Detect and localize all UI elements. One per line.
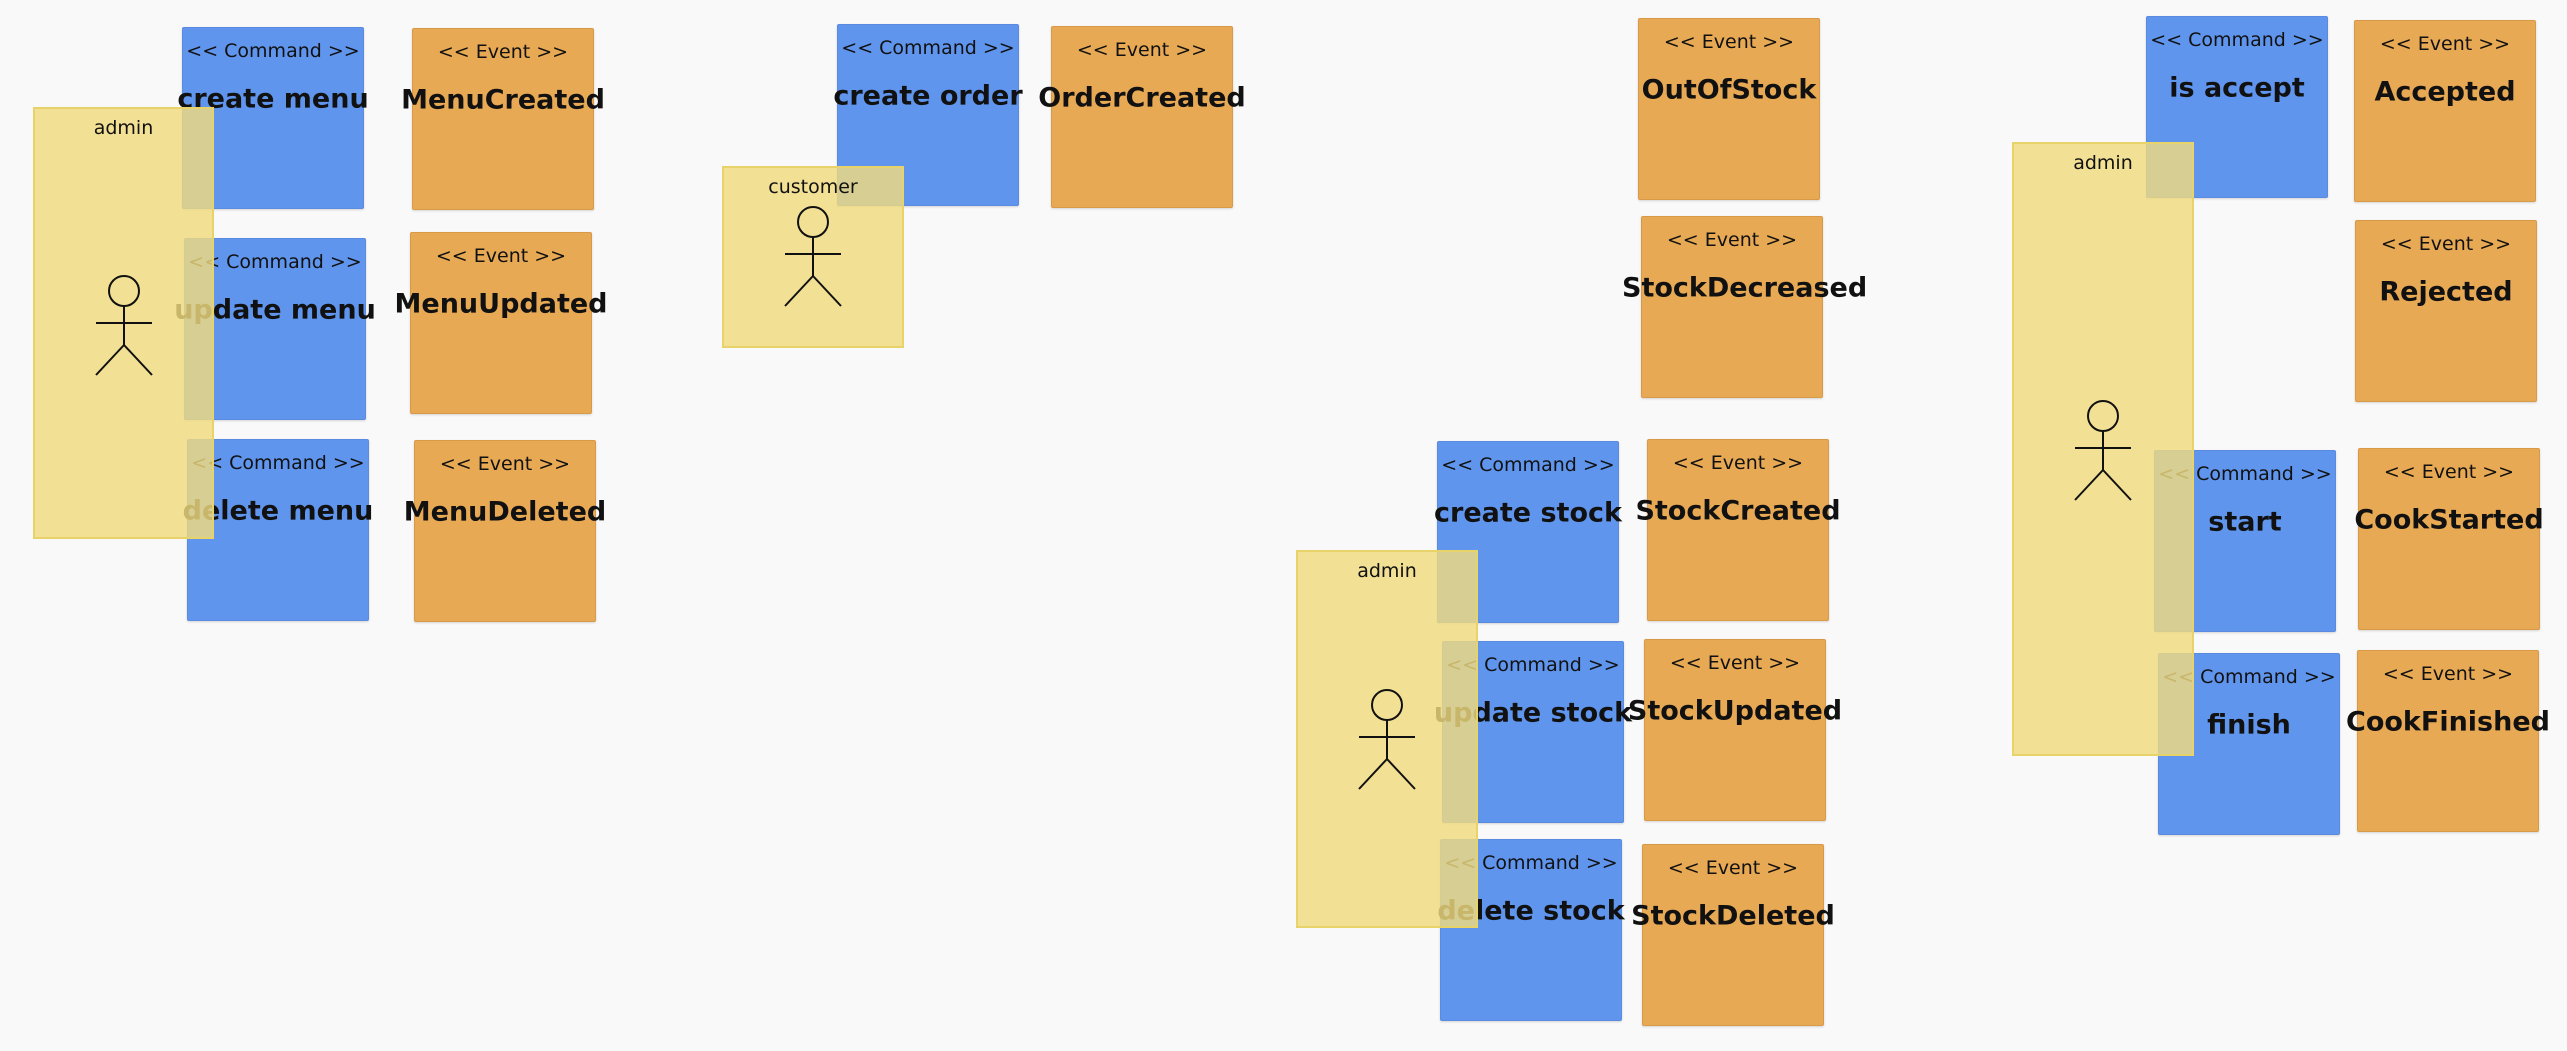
event-stereotype: << Event >> (439, 453, 571, 475)
event-stereotype: << Event >> (1076, 39, 1208, 61)
stick-figure-icon (94, 275, 153, 376)
event-label: Rejected (2379, 276, 2513, 308)
command-stereotype: << Command >> (1441, 454, 1615, 476)
event-stereotype: << Event >> (1663, 31, 1795, 53)
event-label: StockUpdated (1627, 695, 1843, 727)
command-stereotype: << Command >> (841, 37, 1015, 59)
command-stereotype: << Command >> (2150, 29, 2324, 51)
command-delete-menu[interactable]: << Command >> delete menu (183, 439, 373, 621)
actor-admin-menu[interactable]: admin (33, 107, 214, 539)
event-stereotype: << Event >> (435, 245, 567, 267)
event-order-created[interactable]: << Event >> OrderCreated (1038, 26, 1246, 208)
event-stock-deleted[interactable]: << Event >> StockDeleted (1631, 844, 1835, 1026)
command-stereotype: << Command >> (186, 40, 360, 62)
actor-admin-cook[interactable]: admin (2012, 142, 2194, 756)
actor-label: customer (768, 176, 858, 198)
command-label: is accept (2169, 72, 2305, 104)
event-stereotype: << Event >> (2382, 663, 2514, 685)
actor-customer[interactable]: customer (722, 166, 904, 348)
event-cook-started[interactable]: << Event >> CookStarted (2354, 448, 2544, 630)
actor-label: admin (93, 117, 154, 139)
event-stereotype: << Event >> (2380, 233, 2512, 255)
event-label: StockDeleted (1631, 900, 1835, 932)
event-cook-finished[interactable]: << Event >> CookFinished (2346, 650, 2550, 832)
event-menu-created[interactable]: << Event >> MenuCreated (401, 28, 605, 210)
event-label: MenuDeleted (403, 496, 607, 528)
event-out-of-stock[interactable]: << Event >> OutOfStock (1638, 18, 1820, 200)
event-label: StockDecreased (1622, 272, 1868, 304)
event-stereotype: << Event >> (2379, 33, 2511, 55)
event-label: OutOfStock (1641, 74, 1817, 106)
event-label: MenuUpdated (394, 288, 608, 320)
command-label: create stock (1434, 497, 1622, 529)
event-stock-updated[interactable]: << Event >> StockUpdated (1628, 639, 1842, 821)
event-stereotype: << Event >> (437, 41, 569, 63)
event-label: MenuCreated (401, 84, 605, 116)
event-stereotype: << Event >> (1666, 229, 1798, 251)
event-stock-decreased[interactable]: << Event >> StockDecreased (1622, 216, 1867, 398)
event-accepted[interactable]: << Event >> Accepted (2354, 20, 2536, 202)
event-menu-deleted[interactable]: << Event >> MenuDeleted (404, 440, 606, 622)
event-label: CookFinished (2346, 706, 2550, 738)
event-rejected[interactable]: << Event >> Rejected (2355, 220, 2537, 402)
stick-figure-icon (1358, 689, 1416, 790)
stick-figure-icon (784, 206, 842, 307)
event-label: OrderCreated (1038, 82, 1246, 114)
actor-admin-stock[interactable]: admin (1296, 550, 1478, 928)
event-stock-created[interactable]: << Event >> StockCreated (1635, 439, 1841, 621)
actor-label: admin (2073, 152, 2133, 174)
event-stereotype: << Event >> (1669, 652, 1801, 674)
actor-label: admin (1357, 560, 1417, 582)
event-label: Accepted (2374, 76, 2516, 108)
command-stereotype: << Command >> (191, 452, 365, 474)
event-menu-updated[interactable]: << Event >> MenuUpdated (395, 232, 607, 414)
event-stereotype: << Event >> (2383, 461, 2515, 483)
command-label: create order (833, 80, 1023, 112)
event-label: CookStarted (2354, 504, 2544, 536)
event-stereotype: << Event >> (1672, 452, 1804, 474)
event-label: StockCreated (1635, 495, 1841, 527)
stick-figure-icon (2074, 400, 2132, 501)
event-stereotype: << Event >> (1667, 857, 1799, 879)
